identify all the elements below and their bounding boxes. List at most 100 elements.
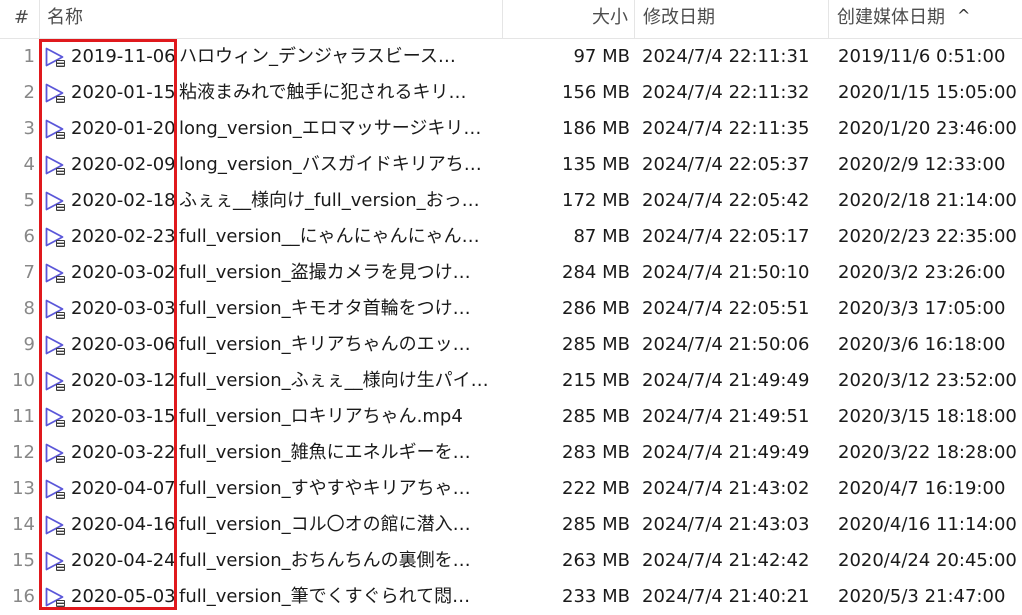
media-created-date: 2020/3/3 17:05:00 [838,298,1006,319]
media-created-date: 2020/3/6 16:18:00 [838,334,1006,355]
file-name-title: long_version_バスガイドキリアち… [179,154,482,175]
column-header-modified[interactable]: 修改日期 [635,0,829,38]
column-header-bar: # 名称 大小 修改日期 创建媒体日期 ^ [0,0,1022,39]
row-index: 4 [23,154,35,175]
row-index: 6 [23,226,35,247]
file-size: 172 MB [562,190,630,211]
file-row[interactable]: 12 2020-03-22 full_version_雑魚にエネルギーを… 283 M… [0,435,1022,471]
file-size: 233 MB [562,586,630,607]
file-row[interactable]: 6 2020-02-23 full_version__にゃんにゃんにゃん… 87 MB… [0,219,1022,255]
file-row[interactable]: 10 2020-03-12 full_version_ふぇぇ__様向け生パイ… 215… [0,363,1022,399]
file-row[interactable]: 13 2020-04-07 full_version_すやすやキリアちゃ… 222 M… [0,471,1022,507]
media-created-date: 2020/1/20 23:46:00 [838,118,1017,139]
file-date-prefix: 2020-03-15 [71,406,176,427]
file-row[interactable]: 2 2020-01-15 粘液まみれで触手に犯されるキリ… 156 MB 2024/7/… [0,75,1022,111]
row-index: 7 [23,262,35,283]
file-list-view: # 名称 大小 修改日期 创建媒体日期 ^ 1 2019-11-06 ハロウィン_デン… [0,0,1022,613]
modified-date: 2024/7/4 22:11:35 [642,118,810,139]
file-rows: 1 2019-11-06 ハロウィン_デンジャラスビース… 97 MB 2024/7/4… [0,39,1022,615]
media-created-date: 2020/3/22 18:28:00 [838,442,1017,463]
row-index: 15 [12,550,35,571]
file-row[interactable]: 7 2020-03-02 full_version_盗撮カメラを見つけ… 284 MB… [0,255,1022,291]
video-file-icon [43,507,69,543]
video-file-icon [43,435,69,471]
video-file-icon [43,291,69,327]
file-size: 135 MB [562,154,630,175]
file-name-title: full_version_すやすやキリアちゃ… [179,478,471,499]
file-date-prefix: 2020-01-20 [71,118,176,139]
file-date-prefix: 2020-04-16 [71,514,176,535]
file-size: 222 MB [562,478,630,499]
modified-date: 2024/7/4 22:11:32 [642,82,810,103]
video-file-icon [43,219,69,255]
modified-date: 2024/7/4 21:40:21 [642,586,810,607]
media-created-date: 2020/2/9 12:33:00 [838,154,1006,175]
row-index: 5 [23,190,35,211]
file-name-title: ハロウィン_デンジャラスビース… [179,46,456,67]
modified-date: 2024/7/4 21:49:51 [642,406,810,427]
media-created-date: 2020/5/3 21:47:00 [838,586,1006,607]
file-name-title: ふぇぇ__様向け_full_version_おっ… [179,190,480,211]
row-index: 14 [12,514,35,535]
file-date-prefix: 2020-01-15 [71,82,176,103]
file-row[interactable]: 9 2020-03-06 full_version_キリアちゃんのエッ… 285 MB… [0,327,1022,363]
file-size: 285 MB [562,406,630,427]
row-index: 1 [23,46,35,67]
file-name-title: full_version_ふぇぇ__様向け生パイ… [179,370,489,391]
file-date-prefix: 2020-02-23 [71,226,176,247]
row-index: 2 [23,82,35,103]
row-index: 9 [23,334,35,355]
media-created-date: 2019/11/6 0:51:00 [838,46,1006,67]
column-header-index[interactable]: # [0,0,40,38]
file-date-prefix: 2019-11-06 [71,46,176,67]
video-file-icon [43,327,69,363]
file-row[interactable]: 14 2020-04-16 full_version_コル〇オの館に潜入… 285 M… [0,507,1022,543]
file-date-prefix: 2020-03-03 [71,298,176,319]
media-created-date: 2020/3/2 23:26:00 [838,262,1006,283]
file-row[interactable]: 5 2020-02-18 ふぇぇ__様向け_full_version_おっ… 172 … [0,183,1022,219]
column-header-name[interactable]: 名称 [40,0,503,38]
file-size: 286 MB [562,298,630,319]
file-name-title: full_version_キモオタ首輪をつけ… [179,298,471,319]
media-created-date: 2020/4/7 16:19:00 [838,478,1006,499]
video-file-icon [43,255,69,291]
video-file-icon [43,579,69,615]
row-index: 3 [23,118,35,139]
modified-date: 2024/7/4 22:05:51 [642,298,810,319]
video-file-icon [43,111,69,147]
modified-date: 2024/7/4 21:50:06 [642,334,810,355]
file-date-prefix: 2020-04-07 [71,478,176,499]
row-index: 12 [12,442,35,463]
file-name-title: full_version_筆でくすぐられて悶… [179,586,471,607]
modified-date: 2024/7/4 22:11:31 [642,46,810,67]
row-index: 10 [12,370,35,391]
modified-date: 2024/7/4 21:49:49 [642,442,810,463]
file-row[interactable]: 3 2020-01-20 long_version_エロマッサージキリ… 186 MB… [0,111,1022,147]
file-row[interactable]: 8 2020-03-03 full_version_キモオタ首輪をつけ… 286 MB… [0,291,1022,327]
file-date-prefix: 2020-03-02 [71,262,176,283]
file-row[interactable]: 16 2020-05-03 full_version_筆でくすぐられて悶… 233 M… [0,579,1022,615]
media-created-date: 2020/3/15 18:18:00 [838,406,1017,427]
modified-date: 2024/7/4 21:43:03 [642,514,810,535]
video-file-icon [43,183,69,219]
file-name-title: full_version_キリアちゃんのエッ… [179,334,471,355]
file-row[interactable]: 1 2019-11-06 ハロウィン_デンジャラスビース… 97 MB 2024/7/4… [0,39,1022,75]
sort-ascending-icon: ^ [957,6,971,25]
file-size: 285 MB [562,514,630,535]
file-size: 215 MB [562,370,630,391]
file-name-title: long_version_エロマッサージキリ… [179,118,482,139]
column-header-size[interactable]: 大小 [503,0,635,38]
file-date-prefix: 2020-02-09 [71,154,176,175]
file-row[interactable]: 15 2020-04-24 full_version_おちんちんの裏側を… 263 M… [0,543,1022,579]
file-row[interactable]: 4 2020-02-09 long_version_バスガイドキリアち… 135 MB… [0,147,1022,183]
file-size: 285 MB [562,334,630,355]
modified-date: 2024/7/4 22:05:42 [642,190,810,211]
modified-date: 2024/7/4 22:05:17 [642,226,810,247]
file-row[interactable]: 11 2020-03-15 full_version_ロキリアちゃん.mp4 285 … [0,399,1022,435]
video-file-icon [43,75,69,111]
file-name-title: full_version_雑魚にエネルギーを… [179,442,471,463]
column-header-created[interactable]: 创建媒体日期 ^ [829,0,1022,38]
row-index: 8 [23,298,35,319]
row-index: 11 [12,406,35,427]
file-date-prefix: 2020-03-22 [71,442,176,463]
